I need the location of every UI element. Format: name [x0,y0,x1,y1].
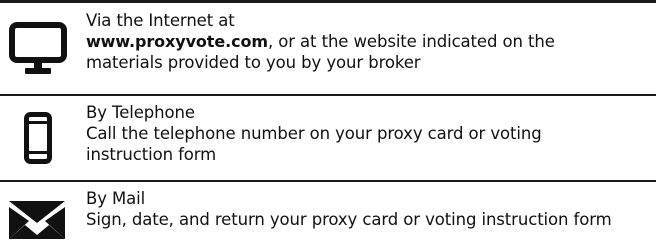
proxyvote-website-link[interactable]: www.proxyvote.com [86,32,268,51]
voting-method-heading: By Mail [86,189,146,208]
voting-method-heading: By Telephone [86,103,195,122]
voting-method-detail-line: www.proxyvote.com, or at the website ind… [86,31,652,52]
voting-method-internet: Via the Internet at www.proxyvote.com, o… [0,3,656,94]
voting-method-mail-text: By Mail Sign, date, and return your prox… [86,188,652,230]
voting-methods-list: Via the Internet at www.proxyvote.com, o… [0,0,656,247]
computer-monitor-icon [9,22,67,74]
voting-method-detail-line: Sign, date, and return your proxy card o… [86,210,612,229]
mobile-phone-icon [24,112,52,164]
voting-method-telephone: By Telephone Call the telephone number o… [0,96,656,180]
voting-method-telephone-text: By Telephone Call the telephone number o… [86,102,652,165]
voting-method-mail: By Mail Sign, date, and return your prox… [0,182,656,247]
voting-method-heading: Via the Internet at [86,11,235,30]
voting-method-internet-text: Via the Internet at www.proxyvote.com, o… [86,10,652,73]
voting-method-detail-text: , or at the website indicated on the [267,32,555,51]
voting-method-detail-line: materials provided to you by your broker [86,53,421,72]
voting-method-detail-line: instruction form [86,145,217,164]
voting-method-detail-line: Call the telephone number on your proxy … [86,124,542,143]
envelope-icon [9,201,65,239]
